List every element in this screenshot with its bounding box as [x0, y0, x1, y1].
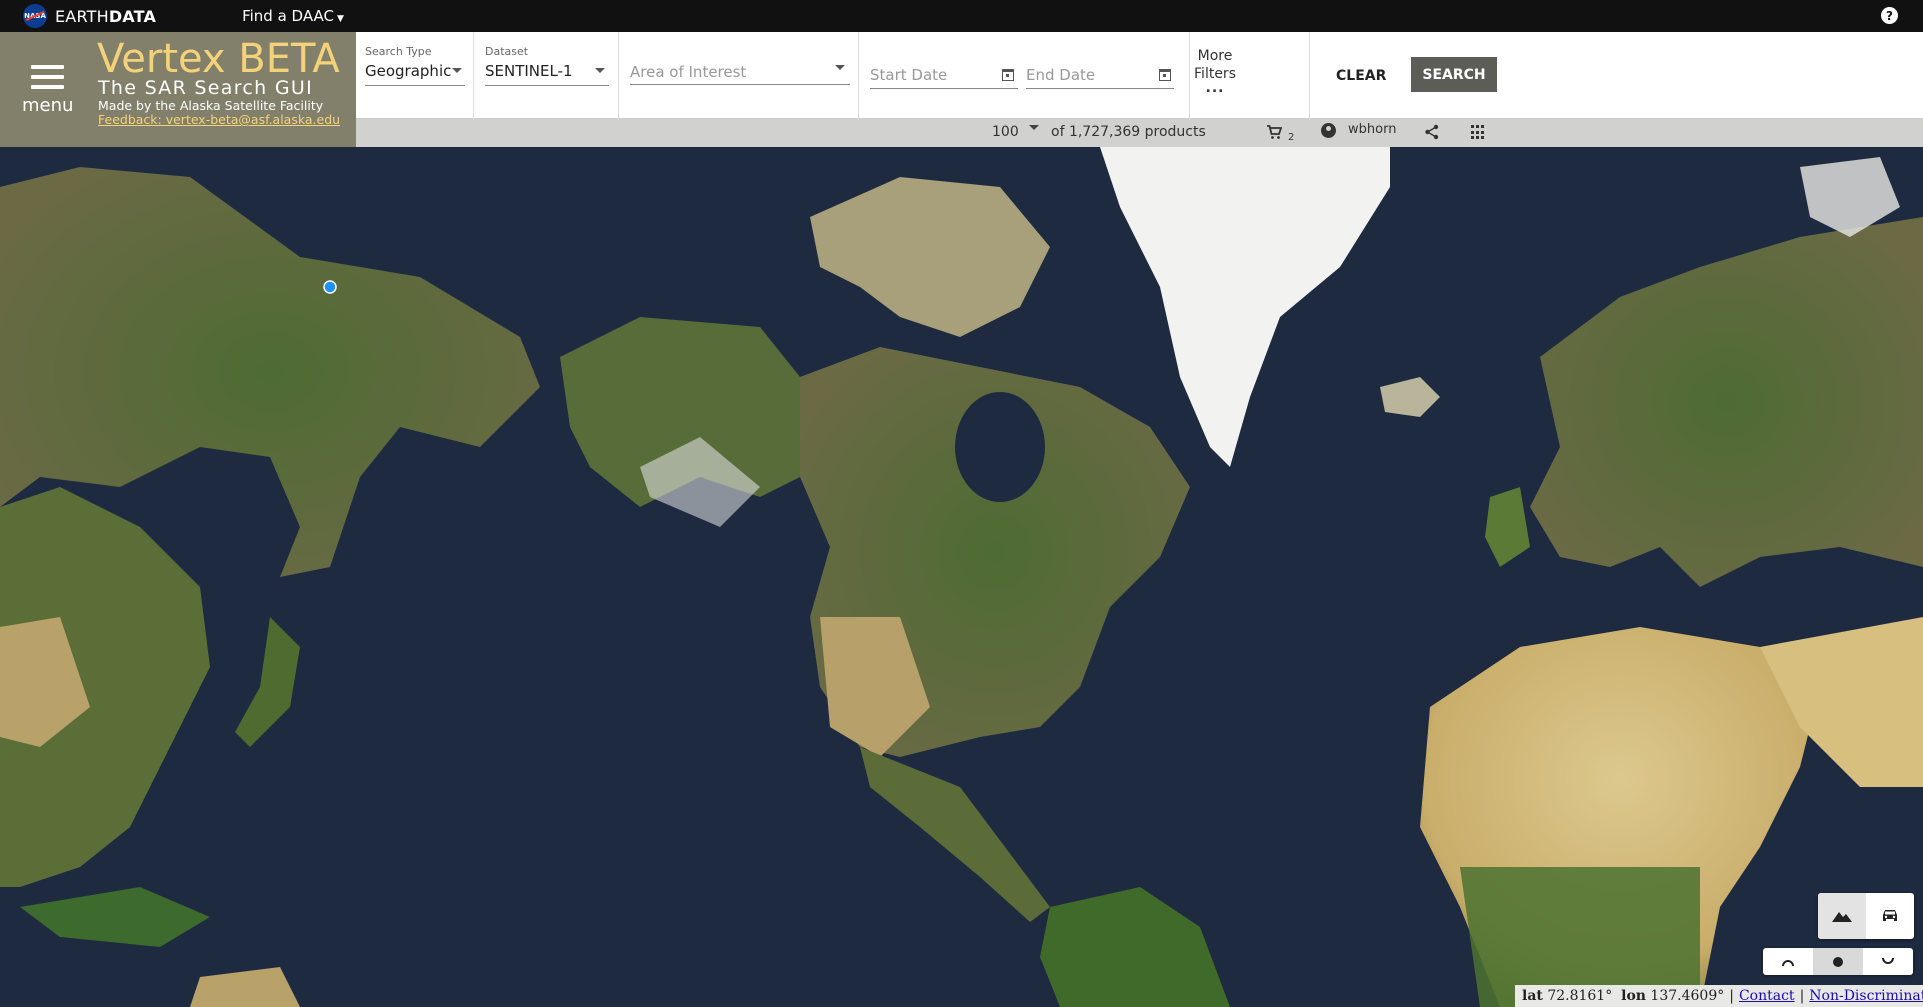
cart-count: 2: [1288, 132, 1295, 143]
underline: [485, 85, 609, 86]
earthdata-brand[interactable]: EARTHDATA: [55, 7, 156, 26]
hamburger-icon: [22, 65, 72, 89]
calendar-icon[interactable]: [1002, 69, 1014, 81]
world-map[interactable]: [0, 147, 1923, 1007]
brand-panel: menu Vertex BETA The SAR Search GUI Made…: [0, 32, 356, 147]
max-results-select[interactable]: 100: [992, 124, 1019, 140]
user-icon[interactable]: [1321, 123, 1336, 138]
hudson-bay: [955, 392, 1045, 502]
car-icon[interactable]: [1866, 893, 1914, 939]
find-daac-label: Find a DAAC: [242, 7, 334, 25]
underline: [870, 88, 1018, 89]
more-filters-button[interactable]: More Filters ...: [1175, 47, 1255, 96]
lat-label: lat: [1522, 988, 1543, 1004]
filter-bar: Search Type Geographic Dataset SENTINEL-…: [356, 32, 1923, 119]
cart-icon[interactable]: [1266, 124, 1282, 140]
arctic-projection-icon[interactable]: [1763, 948, 1813, 975]
caret-down-icon: ▼: [337, 14, 344, 24]
apps-grid-icon[interactable]: [1471, 125, 1486, 140]
equatorial-projection-icon[interactable]: [1813, 948, 1863, 975]
dropdown-arrow-icon: [835, 65, 845, 70]
share-icon[interactable]: [1424, 124, 1440, 140]
search-button[interactable]: SEARCH: [1411, 57, 1497, 92]
dataset-label: Dataset: [485, 45, 529, 58]
underline: [630, 84, 850, 85]
end-date-placeholder[interactable]: End Date: [1026, 66, 1095, 84]
date-range: Start Date End Date: [859, 32, 1190, 119]
results-status-bar: 100 of 1,727,369 products 2 wbhorn: [356, 119, 1923, 147]
search-type-label: Search Type: [365, 45, 432, 58]
dataset-select[interactable]: Dataset SENTINEL-1: [474, 32, 619, 119]
username[interactable]: wbhorn: [1348, 122, 1396, 137]
base-layer-control: [1818, 893, 1914, 939]
underline: [365, 85, 465, 86]
find-daac-dropdown[interactable]: Find a DAAC ▼: [242, 7, 344, 25]
more-dots-icon: ...: [1205, 80, 1225, 96]
lon-value: 137.4609°: [1650, 988, 1725, 1004]
menu-button[interactable]: menu: [22, 65, 74, 116]
underline: [1026, 88, 1174, 89]
brand-bold: DATA: [108, 6, 157, 26]
aoi-placeholder: Area of Interest: [630, 63, 747, 81]
non-discrimination-link[interactable]: Non-Discrimination: [1809, 988, 1923, 1004]
separator: |: [1729, 988, 1734, 1004]
earthdata-bar: NASA EARTHDATA Find a DAAC ▼ ?: [0, 0, 1923, 32]
antarctic-projection-icon[interactable]: [1863, 948, 1913, 975]
nasa-logo-text: NASA: [24, 12, 46, 20]
dropdown-arrow-icon: [595, 68, 605, 73]
app-title: Vertex BETA: [97, 36, 340, 82]
lat-value: 72.8161°: [1547, 988, 1613, 1004]
made-by-text: Made by the Alaska Satellite Facility: [98, 98, 324, 113]
more-filters-line1: More: [1197, 48, 1233, 64]
dataset-value: SENTINEL-1: [485, 62, 573, 80]
brand-plain: EARTH: [55, 6, 109, 26]
search-type-value: Geographic: [365, 62, 452, 80]
feedback-link[interactable]: Feedback: vertex-beta@asf.alaska.edu: [98, 112, 340, 127]
calendar-icon[interactable]: [1159, 69, 1171, 81]
separator: |: [1799, 988, 1805, 1004]
app-subtitle: The SAR Search GUI: [98, 77, 313, 99]
caret-down-icon[interactable]: [1029, 125, 1039, 130]
map-view[interactable]: [0, 147, 1923, 1007]
map-location-marker[interactable]: [323, 280, 337, 294]
dropdown-arrow-icon: [452, 68, 462, 73]
projection-control: [1763, 948, 1913, 975]
help-icon[interactable]: ?: [1881, 7, 1898, 24]
mountain-icon[interactable]: [1818, 893, 1866, 939]
aoi-input[interactable]: Area of Interest: [619, 32, 859, 119]
map-footer: lat 72.8161° lon 137.4609° | Contact | N…: [1515, 985, 1923, 1007]
search-type-select[interactable]: Search Type Geographic: [356, 32, 474, 119]
lon-label: lon: [1621, 988, 1646, 1004]
product-count: of 1,727,369 products: [1051, 124, 1206, 140]
contact-link[interactable]: Contact: [1739, 988, 1795, 1004]
clear-button[interactable]: CLEAR: [1336, 68, 1386, 84]
start-date-placeholder[interactable]: Start Date: [870, 66, 947, 84]
menu-label: menu: [22, 95, 74, 116]
nasa-logo[interactable]: NASA: [23, 4, 47, 28]
